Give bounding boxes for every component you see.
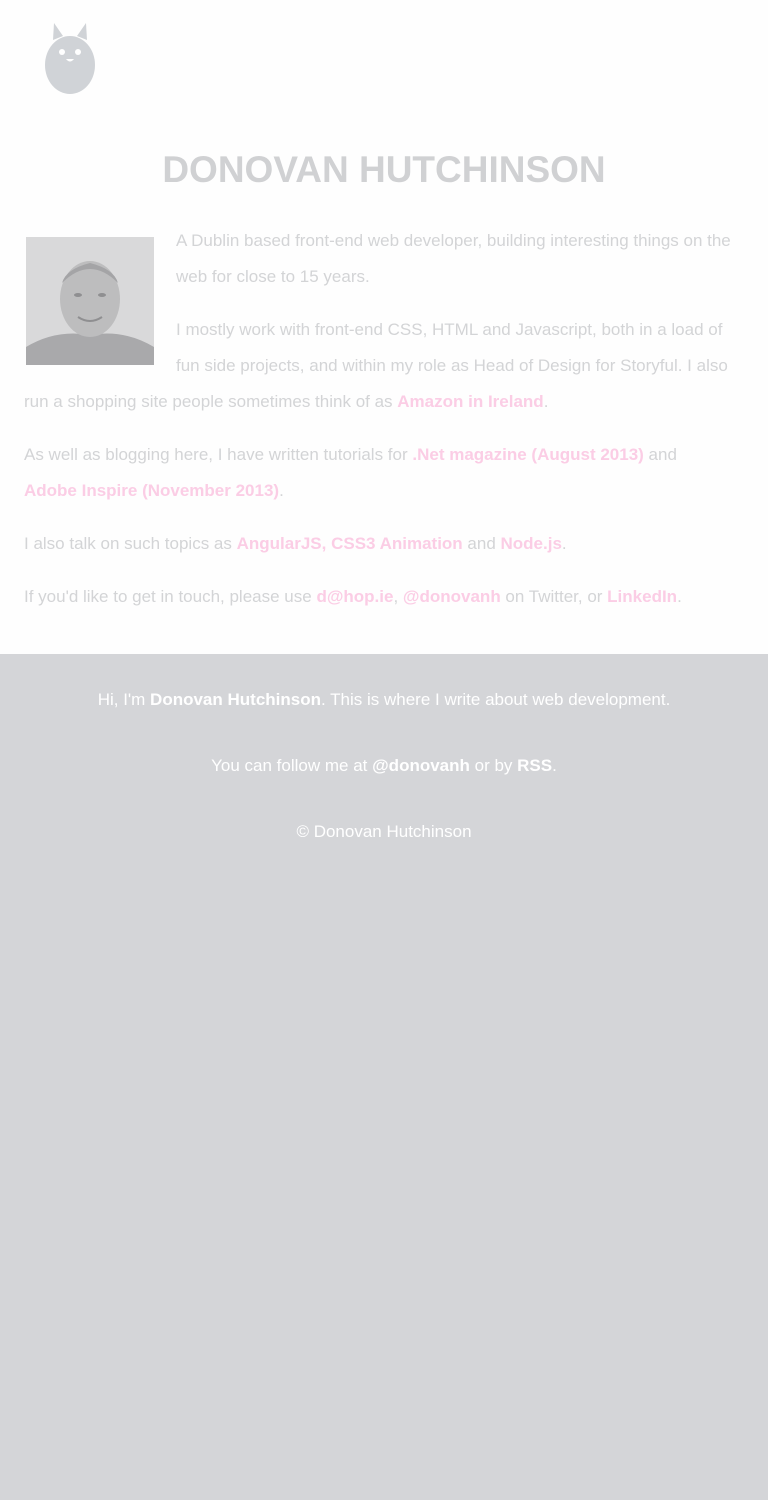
net-magazine-link[interactable]: .Net magazine (August 2013) (412, 445, 643, 464)
profile-photo (26, 237, 154, 365)
adobe-inspire-link[interactable]: Adobe Inspire (November 2013) (24, 481, 279, 500)
twitter-link[interactable]: @donovanh (403, 587, 501, 606)
intro-paragraph-3: As well as blogging here, I have written… (24, 445, 677, 500)
footer-twitter-link[interactable]: @donovanh (372, 756, 470, 775)
footer-follow-line: You can follow me at @donovanh or by RSS… (211, 756, 557, 775)
linkedin-link[interactable]: LinkedIn (607, 587, 677, 606)
about-content: A Dublin based front-end web developer, … (24, 223, 732, 632)
angularjs-css3-animation-link[interactable]: AngularJS, CSS3 Animation (237, 534, 463, 553)
amazon-in-ireland-link[interactable]: Amazon in Ireland (397, 392, 543, 411)
main-section: DONOVAN HUTCHINSON A Dublin based front-… (0, 0, 768, 654)
intro-paragraph-4: I also talk on such topics as AngularJS,… (24, 534, 567, 553)
nodejs-link[interactable]: Node.js (501, 534, 562, 553)
footer-rss-link[interactable]: RSS (517, 756, 552, 775)
footer-name-link[interactable]: Donovan Hutchinson (150, 690, 321, 709)
intro-paragraph-5: If you'd like to get in touch, please us… (24, 587, 682, 606)
footer-intro-line: Hi, I'm Donovan Hutchinson. This is wher… (97, 690, 671, 709)
page-title: DONOVAN HUTCHINSON (162, 149, 606, 190)
email-link[interactable]: d@hop.ie (316, 587, 393, 606)
rabbit-logo-icon (45, 23, 95, 94)
footer-copyright: © Donovan Hutchinson (296, 822, 472, 841)
